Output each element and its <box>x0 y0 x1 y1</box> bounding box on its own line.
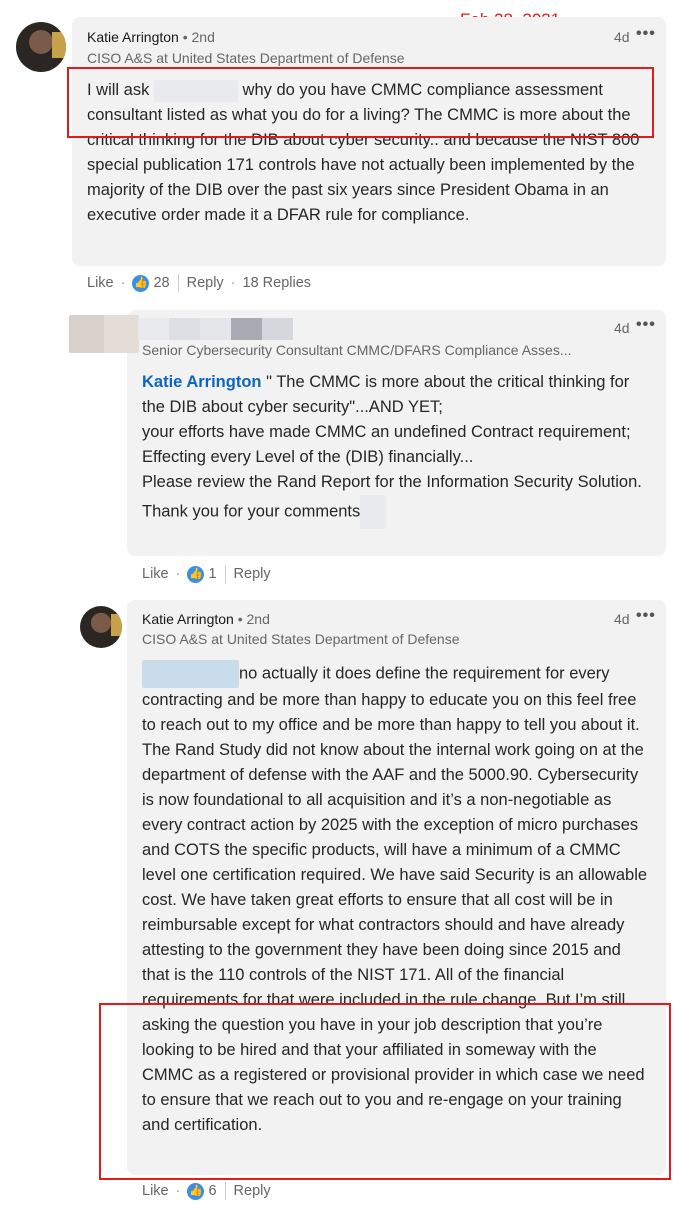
reaction-count[interactable]: 28 <box>153 275 169 291</box>
comment-actions: Like · 👍 1 Reply <box>142 565 271 583</box>
avatar[interactable] <box>16 22 66 72</box>
redacted-author-name <box>138 318 293 340</box>
avatar[interactable] <box>80 606 122 648</box>
comment-age: 4d <box>614 29 630 45</box>
comment-author[interactable]: Katie Arrington • 2nd <box>142 611 270 627</box>
connection-degree: • 2nd <box>237 611 270 627</box>
author-name[interactable]: Katie Arrington <box>142 611 234 627</box>
highlight-box <box>99 1003 671 1180</box>
reply-button[interactable]: Reply <box>187 275 224 291</box>
author-headline: CISO A&S at United States Department of … <box>142 631 460 647</box>
like-button[interactable]: Like <box>87 275 114 291</box>
more-dots-icon[interactable]: ••• <box>636 607 656 625</box>
avatar[interactable] <box>69 315 139 353</box>
author-headline: Senior Cybersecurity Consultant CMMC/DFA… <box>142 342 572 358</box>
body-line: Please review the Rand Report for the In… <box>142 473 642 491</box>
redacted-mention <box>142 660 239 688</box>
comment-actions: Like · 👍 28 Reply · 18 Replies <box>87 274 312 292</box>
connection-degree: • 2nd <box>182 29 215 45</box>
comment-body: Katie Arrington " The CMMC is more about… <box>142 370 647 529</box>
reply-button[interactable]: Reply <box>234 566 271 582</box>
author-headline: CISO A&S at United States Department of … <box>87 50 405 66</box>
thumbs-up-icon[interactable]: 👍 <box>187 565 205 583</box>
replies-count[interactable]: 18 Replies <box>243 275 312 291</box>
body-line: Thank you for your comments <box>142 502 361 521</box>
reaction-count[interactable]: 6 <box>208 1183 216 1199</box>
comment-age: 4d <box>614 611 630 627</box>
highlight-box <box>67 67 654 138</box>
comment-actions: Like · 👍 6 Reply <box>142 1182 271 1200</box>
like-button[interactable]: Like <box>142 1183 169 1199</box>
like-button[interactable]: Like <box>142 566 169 582</box>
reply-button[interactable]: Reply <box>234 1183 271 1199</box>
body-line: your efforts have made CMMC an undefined… <box>142 423 631 466</box>
author-name[interactable]: Katie Arrington <box>87 29 179 45</box>
thumbs-up-icon[interactable]: 👍 <box>132 274 150 292</box>
reaction-count[interactable]: 1 <box>208 566 216 582</box>
redacted-name <box>360 495 387 529</box>
comment-author[interactable]: Katie Arrington • 2nd <box>87 29 215 45</box>
thumbs-up-icon[interactable]: 👍 <box>187 1182 205 1200</box>
more-dots-icon[interactable]: ••• <box>636 25 656 43</box>
mention-link[interactable]: Katie Arrington <box>142 373 261 391</box>
comment-age: 4d <box>614 320 630 336</box>
more-dots-icon[interactable]: ••• <box>636 316 656 334</box>
